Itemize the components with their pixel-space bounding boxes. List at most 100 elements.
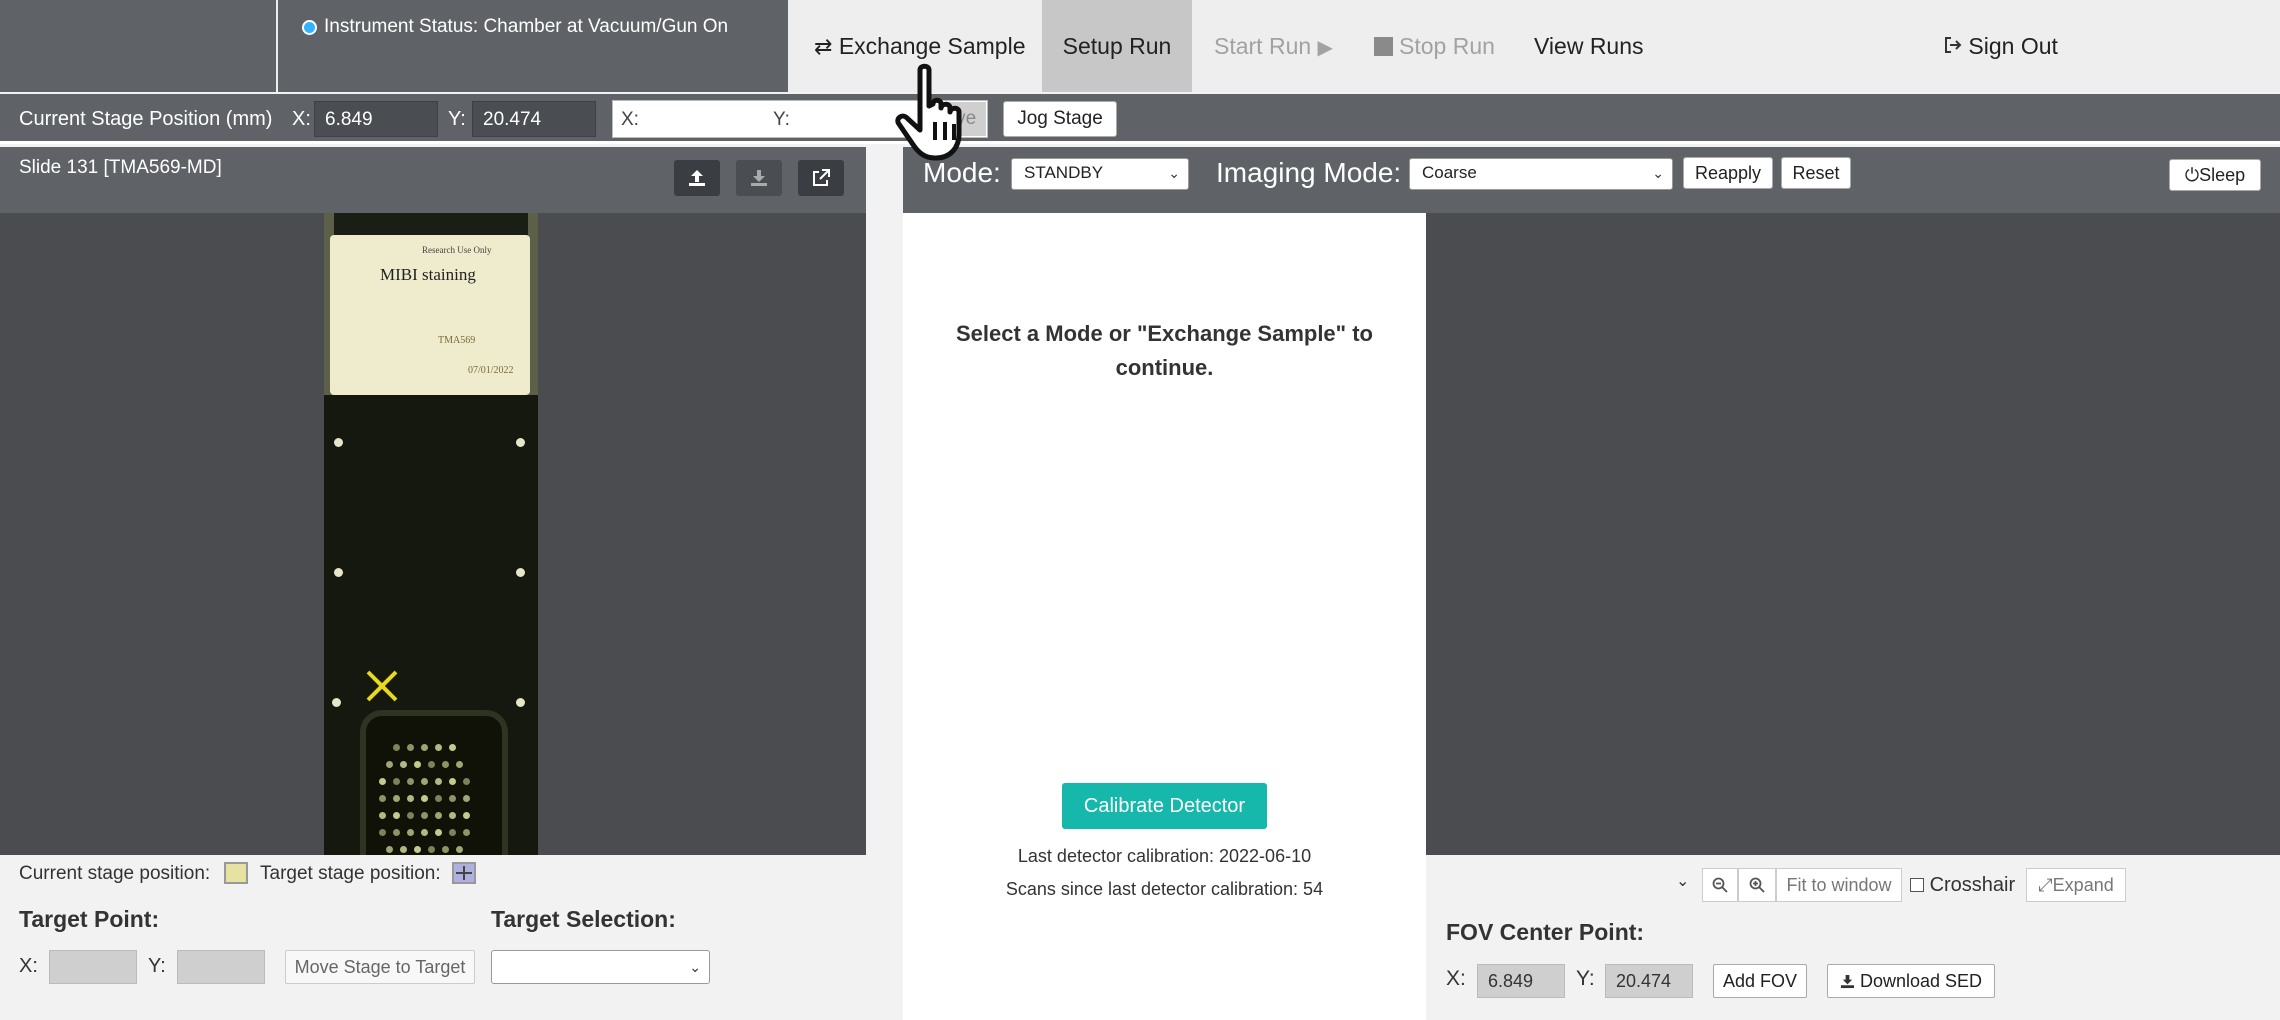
- expand-label: Expand: [2052, 875, 2114, 895]
- upload-button[interactable]: [674, 160, 720, 196]
- nav-setup-run[interactable]: Setup Run: [1042, 0, 1192, 92]
- tissue-core: [379, 829, 386, 836]
- legend-target-label: Target stage position:: [260, 863, 441, 884]
- move-stage-to-target-button[interactable]: Move Stage to Target: [285, 950, 475, 984]
- stage-y-value: 20.474: [472, 101, 596, 137]
- tissue-core: [379, 795, 386, 802]
- crosshair-toggle[interactable]: Crosshair: [1910, 868, 2015, 902]
- open-external-button[interactable]: [798, 160, 844, 196]
- download-sed-label: Download SED: [1859, 971, 1983, 991]
- status-dot-icon: [302, 20, 317, 35]
- logo-area: [0, 0, 276, 92]
- power-icon: ⏻: [2184, 165, 2200, 185]
- zoom-in-button[interactable]: [1738, 868, 1776, 902]
- fov-viewer[interactable]: [1426, 213, 2280, 855]
- mode-select-value: STANDBY: [1024, 163, 1104, 182]
- calibrate-detector-button[interactable]: Calibrate Detector: [1062, 783, 1267, 829]
- nav-stop-run[interactable]: Stop Run: [1374, 0, 1495, 92]
- tissue-core: [421, 744, 428, 751]
- crosshair-label: Crosshair: [1929, 874, 2016, 896]
- play-icon: ▶: [1317, 37, 1333, 59]
- tissue-core: [407, 829, 414, 836]
- sleep-label: Sleep: [2199, 165, 2246, 185]
- imaging-mode-label: Imaging Mode:: [1216, 157, 1402, 188]
- legend-target-swatch: [452, 862, 476, 884]
- jog-stage-button[interactable]: Jog Stage: [1003, 101, 1117, 137]
- nav-setup-run-label: Setup Run: [1062, 33, 1172, 59]
- tissue-core: [463, 795, 470, 802]
- stage-position-bar: Current Stage Position (mm) X: 6.849 Y: …: [0, 94, 2280, 144]
- upload-icon: [689, 170, 705, 186]
- target-point-x-label: X:: [19, 955, 38, 977]
- fov-x-input[interactable]: 6.849: [1477, 964, 1565, 998]
- tissue-core: [442, 761, 449, 768]
- slide-viewer[interactable]: Research Use Only MIBI staining TMA569 0…: [0, 213, 866, 855]
- target-y-label: Y:: [773, 109, 790, 130]
- tissue-core: [393, 778, 400, 785]
- fit-to-window-button[interactable]: Fit to window: [1776, 868, 1902, 902]
- stage-y-label: Y:: [448, 108, 466, 130]
- tissue-core: [449, 812, 456, 819]
- slide-title: Slide 131 [TMA569-MD]: [19, 157, 222, 178]
- stage-x-value: 6.849: [314, 101, 438, 137]
- slide-tissue-area: [324, 395, 538, 855]
- target-point-x-input[interactable]: [49, 950, 137, 984]
- tissue-core: [428, 761, 435, 768]
- top-nav: Instrument Status: Chamber at Vacuum/Gun…: [0, 0, 2280, 92]
- slide-label-code: TMA569: [438, 335, 476, 346]
- fov-x-label: X:: [1446, 967, 1466, 990]
- crosshair-checkbox[interactable]: [1910, 878, 1924, 892]
- hand-cursor-icon: [895, 63, 962, 161]
- download-sed-button[interactable]: Download SED: [1827, 964, 1995, 998]
- imaging-mode-select[interactable]: Coarse ⌄: [1409, 158, 1673, 190]
- sleep-button[interactable]: ⏻Sleep: [2169, 159, 2261, 191]
- fov-y-input[interactable]: 20.474: [1605, 964, 1693, 998]
- slide-pin: [334, 568, 343, 577]
- tissue-core: [435, 795, 442, 802]
- fov-y-label: Y:: [1576, 967, 1595, 990]
- chevron-down-icon: ⌄: [1168, 165, 1180, 181]
- tissue-core: [414, 761, 421, 768]
- tissue-core: [393, 829, 400, 836]
- tissue-core: [386, 761, 393, 768]
- tissue-core: [463, 812, 470, 819]
- tissue-core: [435, 812, 442, 819]
- download-icon: [1840, 974, 1855, 989]
- tissue-core: [407, 744, 414, 751]
- slide-pin: [334, 438, 343, 447]
- tissue-core: [449, 795, 456, 802]
- download-button[interactable]: [736, 160, 782, 196]
- target-point-y-label: Y:: [148, 955, 166, 977]
- tissue-core: [449, 778, 456, 785]
- nav-start-run[interactable]: Start Run ▶: [1214, 0, 1333, 92]
- instrument-status: Instrument Status: Chamber at Vacuum/Gun…: [278, 0, 788, 92]
- chevron-down-icon[interactable]: ⌄: [1676, 871, 1689, 891]
- zoom-out-button[interactable]: [1702, 868, 1738, 902]
- tissue-core: [421, 795, 428, 802]
- tissue-core: [421, 778, 428, 785]
- tissue-core: [393, 812, 400, 819]
- target-point-y-input[interactable]: [177, 950, 265, 984]
- tissue-core: [449, 829, 456, 836]
- center-panel: Select a Mode or "Exchange Sample" to co…: [903, 213, 1426, 1020]
- nav-stop-run-label: Stop Run: [1399, 33, 1495, 59]
- zoom-in-icon: [1749, 877, 1765, 893]
- reset-button[interactable]: Reset: [1781, 157, 1851, 189]
- instrument-status-text: Instrument Status: Chamber at Vacuum/Gun…: [324, 16, 729, 37]
- nav-sign-out[interactable]: Sign Out: [1944, 0, 2058, 92]
- tissue-core: [463, 829, 470, 836]
- chevron-down-icon: ⌄: [1652, 165, 1664, 181]
- add-fov-button[interactable]: Add FOV: [1713, 964, 1807, 998]
- fov-panel-footer: ⌄ Fit to window Crosshair ⤢Expand FOV Ce…: [1426, 855, 2280, 1020]
- nav-view-runs[interactable]: View Runs: [1534, 0, 1644, 92]
- tissue-core: [442, 846, 449, 853]
- external-link-icon: [813, 169, 830, 186]
- tissue-core: [428, 846, 435, 853]
- tissue-core: [400, 846, 407, 853]
- nav-exchange-sample-label: Exchange Sample: [838, 33, 1026, 59]
- fov-center-heading: FOV Center Point:: [1446, 919, 1645, 945]
- expand-button[interactable]: ⤢Expand: [2026, 868, 2126, 902]
- mode-select[interactable]: STANDBY ⌄: [1011, 158, 1189, 190]
- reapply-button[interactable]: Reapply: [1683, 157, 1773, 189]
- target-selection-select[interactable]: ⌄: [491, 950, 710, 984]
